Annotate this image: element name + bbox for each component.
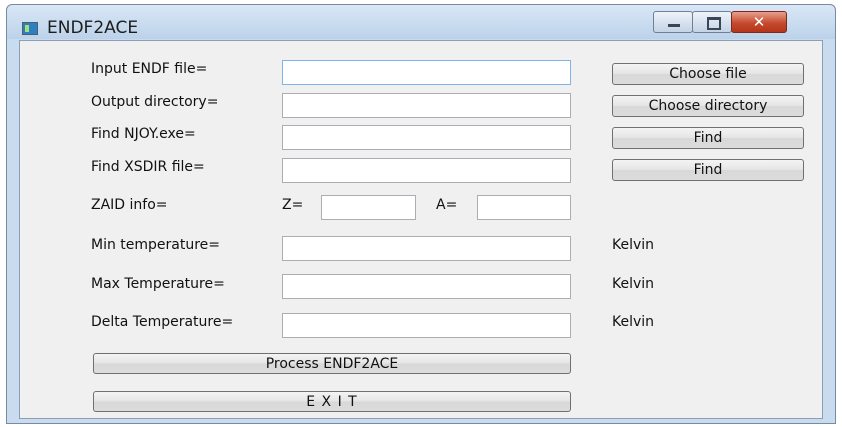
min-temperature-field[interactable]	[282, 236, 571, 261]
delta-temperature-label: Delta Temperature=	[91, 314, 234, 330]
maximize-icon	[707, 17, 721, 30]
exit-button[interactable]: E X I T	[93, 391, 571, 412]
max-temperature-unit: Kelvin	[612, 276, 655, 292]
app-window-icon	[22, 22, 38, 35]
app-window: ENDF2ACE ✕ Input ENDF file= Choose file …	[6, 4, 836, 424]
delta-temperature-unit: Kelvin	[612, 314, 655, 330]
close-button[interactable]: ✕	[731, 11, 787, 33]
close-icon: ✕	[752, 13, 766, 31]
output-directory-label: Output directory=	[91, 94, 219, 110]
input-endf-label: Input ENDF file=	[91, 61, 208, 77]
delta-temperature-field[interactable]	[282, 313, 571, 338]
maximize-button[interactable]	[692, 11, 732, 33]
max-temperature-field[interactable]	[282, 274, 571, 299]
njoy-path-field[interactable]	[282, 125, 571, 150]
form-panel: Input ENDF file= Choose file Output dire…	[19, 40, 823, 419]
process-endf2ace-button[interactable]: Process ENDF2ACE	[93, 353, 571, 374]
minimize-button[interactable]	[653, 11, 693, 33]
a-label: A=	[436, 197, 458, 213]
min-temperature-label: Min temperature=	[91, 237, 221, 253]
min-temperature-unit: Kelvin	[612, 237, 655, 253]
output-directory-field[interactable]	[282, 93, 571, 118]
xsdir-label: Find XSDIR file=	[91, 159, 205, 175]
zaid-label: ZAID info=	[91, 197, 168, 213]
choose-file-button[interactable]: Choose file	[612, 63, 804, 85]
z-label: Z=	[282, 197, 304, 213]
xsdir-path-field[interactable]	[282, 158, 571, 183]
input-endf-field[interactable]	[282, 60, 571, 85]
title-bar[interactable]: ENDF2ACE ✕	[7, 5, 835, 39]
find-xsdir-button[interactable]: Find	[612, 159, 804, 181]
minimize-icon	[668, 24, 680, 27]
choose-directory-button[interactable]: Choose directory	[612, 95, 804, 117]
z-field[interactable]	[321, 195, 416, 220]
njoy-label: Find NJOY.exe=	[91, 126, 196, 142]
find-njoy-button[interactable]: Find	[612, 127, 804, 149]
a-field[interactable]	[477, 195, 571, 220]
max-temperature-label: Max Temperature=	[91, 276, 225, 292]
window-title: ENDF2ACE	[47, 18, 139, 38]
